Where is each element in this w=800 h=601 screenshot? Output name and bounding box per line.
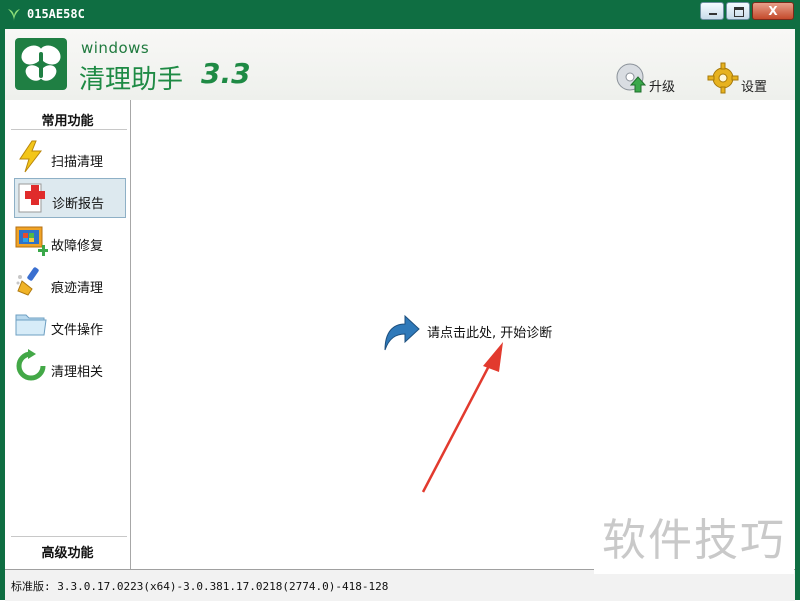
- sidebar-item-label: 扫描清理: [51, 154, 104, 170]
- broom-icon: [16, 267, 39, 296]
- start-diagnosis-label: 请点击此处, 开始诊断: [427, 325, 553, 341]
- sidebar-item-label: 诊断报告: [52, 196, 105, 212]
- upgrade-button[interactable]: 升级: [615, 61, 675, 95]
- brand-name: 清理助手: [79, 65, 184, 95]
- window-controls: X: [700, 2, 794, 22]
- folder-icon: [15, 314, 47, 336]
- advanced-functions-heading: 高级功能: [41, 546, 94, 561]
- sidebar-item-file-operations[interactable]: 文件操作: [14, 304, 126, 344]
- disc-upgrade-icon: [616, 63, 647, 93]
- medical-report-icon: [18, 183, 45, 213]
- sidebar-item-trace-clean[interactable]: 痕迹清理: [14, 262, 126, 302]
- sidebar-item-clean-related[interactable]: 清理相关: [14, 346, 126, 386]
- settings-label: 设置: [741, 79, 768, 95]
- brand-version: 3.3: [201, 57, 251, 90]
- window-title: 015AE58C: [27, 7, 85, 21]
- upgrade-label: 升级: [649, 79, 676, 95]
- butterfly-logo-icon: [15, 38, 67, 90]
- sidebar-item-fault-repair[interactable]: 故障修复: [14, 220, 126, 260]
- blue-curved-arrow-icon: [384, 314, 420, 351]
- refresh-icon: [16, 349, 46, 381]
- maximize-button[interactable]: [726, 2, 750, 20]
- sidebar-item-label: 文件操作: [51, 322, 104, 338]
- window-frame-right: [795, 29, 800, 600]
- sidebar-divider: [11, 129, 127, 130]
- sidebar: 常用功能 扫描清理 诊断报告 故障修复 痕迹清理 文件操作 清理相关 高级功能: [5, 100, 131, 569]
- sidebar-item-label: 故障修复: [51, 238, 104, 254]
- sidebar-item-label: 清理相关: [51, 364, 104, 380]
- title-bar: 015AE58C X: [0, 0, 800, 29]
- watermark-text: 软件技巧: [594, 498, 794, 574]
- annotation-arrow: [421, 342, 503, 493]
- minimize-button[interactable]: [700, 2, 724, 20]
- sidebar-item-scan-clean[interactable]: 扫描清理: [14, 136, 126, 176]
- sidebar-item-label: 痕迹清理: [51, 280, 104, 296]
- settings-button[interactable]: 设置: [707, 61, 767, 95]
- sidebar-divider: [11, 536, 127, 537]
- app-header: windows 清理助手 3.3 升级 设置: [5, 29, 795, 101]
- close-button[interactable]: X: [752, 2, 794, 20]
- monitor-repair-icon: [15, 226, 48, 256]
- version-status-text: 标准版: 3.3.0.17.0223(x64)-3.0.381.17.0218(…: [11, 580, 389, 593]
- brand-windows-text: windows: [81, 39, 150, 57]
- common-functions-heading: 常用功能: [41, 114, 94, 129]
- app-leaf-icon: [8, 9, 20, 21]
- lightning-icon: [19, 140, 43, 173]
- gear-icon: [707, 62, 739, 94]
- sidebar-item-diagnostic-report[interactable]: 诊断报告: [14, 178, 126, 218]
